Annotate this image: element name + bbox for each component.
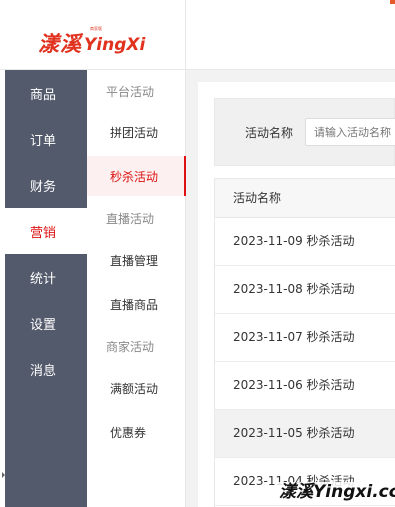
submenu-group-title: 平台活动 xyxy=(106,85,155,99)
main-content: 活动名称 活动名称 2023-11-09 秒杀活动 2023-11-08 秒杀活… xyxy=(186,70,395,507)
logo-en-text: YingXi xyxy=(84,35,146,55)
submenu-item-coupons[interactable]: 优惠券 xyxy=(87,412,186,452)
header-corner-mark xyxy=(390,0,395,4)
top-header: 漾溪 YingXi 商家版 xyxy=(0,0,395,70)
submenu-item-label: 满额活动 xyxy=(110,381,159,396)
main-sidebar: 商品 订单 财务 营销 统计 设置 消息 xyxy=(5,70,87,507)
filter-bar: 活动名称 xyxy=(214,98,395,166)
submenu-group-title: 商家活动 xyxy=(106,340,155,354)
sidebar-item-label: 消息 xyxy=(30,363,57,379)
submenu-item-full-reduction[interactable]: 满额活动 xyxy=(87,368,186,408)
submenu-group-title: 直播活动 xyxy=(106,212,155,226)
app-window: 漾溪 YingXi 商家版 商品 订单 财务 营销 统计 设置 消息 平台活动 … xyxy=(0,0,395,507)
submenu-item-label: 优惠券 xyxy=(110,425,147,440)
sidebar-item-label: 设置 xyxy=(30,317,57,333)
activity-name-input[interactable] xyxy=(305,118,395,146)
table-row[interactable]: 2023-11-07 秒杀活动 xyxy=(215,314,395,362)
activity-name-label: 活动名称 xyxy=(245,126,294,140)
submenu-item-label: 直播管理 xyxy=(110,253,159,268)
submenu-item-label: 直播商品 xyxy=(110,297,159,312)
table-row[interactable]: 2023-11-05 秒杀活动 xyxy=(215,410,395,458)
logo-cn-text: 漾溪 xyxy=(38,32,82,56)
table-row[interactable]: 2023-11-06 秒杀活动 xyxy=(215,362,395,410)
table-row[interactable]: 2023-11-09 秒杀活动 xyxy=(215,218,395,266)
sidebar-item-stats[interactable]: 统计 xyxy=(5,254,87,300)
sidebar-item-label: 营销 xyxy=(30,225,57,241)
watermark: 漾溪Yingxi.cc xyxy=(276,482,395,502)
sidebar-item-finance[interactable]: 财务 xyxy=(5,162,87,208)
activity-table: 活动名称 2023-11-09 秒杀活动 2023-11-08 秒杀活动 202… xyxy=(214,178,395,507)
sidebar-item-goods[interactable]: 商品 xyxy=(5,70,87,116)
sidebar-item-label: 商品 xyxy=(30,87,57,103)
sidebar-item-label: 订单 xyxy=(30,133,57,149)
content-panel: 活动名称 活动名称 2023-11-09 秒杀活动 2023-11-08 秒杀活… xyxy=(198,82,395,507)
sidebar-item-orders[interactable]: 订单 xyxy=(5,116,87,162)
logo-subtext: 商家版 xyxy=(90,26,103,32)
submenu-item-group-buy[interactable]: 拼团活动 xyxy=(87,112,186,152)
logo-area: 漾溪 YingXi 商家版 xyxy=(0,0,186,70)
submenu-item-flash-sale[interactable]: 秒杀活动 xyxy=(87,156,186,196)
sidebar-item-label: 统计 xyxy=(30,271,57,287)
submenu-item-label: 秒杀活动 xyxy=(110,169,159,184)
submenu-item-label: 拼团活动 xyxy=(110,125,159,140)
sidebar-item-settings[interactable]: 设置 xyxy=(5,300,87,346)
submenu-item-live-manage[interactable]: 直播管理 xyxy=(87,240,186,280)
table-row[interactable]: 2023-11-08 秒杀活动 xyxy=(215,266,395,314)
sidebar-item-marketing[interactable]: 营销 xyxy=(5,208,87,254)
sidebar-item-messages[interactable]: 消息 xyxy=(5,346,87,392)
submenu-item-live-goods[interactable]: 直播商品 xyxy=(87,284,186,324)
column-header-activity-name: 活动名称 xyxy=(215,178,395,218)
secondary-menu: 平台活动 拼团活动 秒杀活动 直播活动 直播管理 直播商品 商家活动 满额活动 … xyxy=(87,70,186,507)
sidebar-item-label: 财务 xyxy=(30,179,57,195)
